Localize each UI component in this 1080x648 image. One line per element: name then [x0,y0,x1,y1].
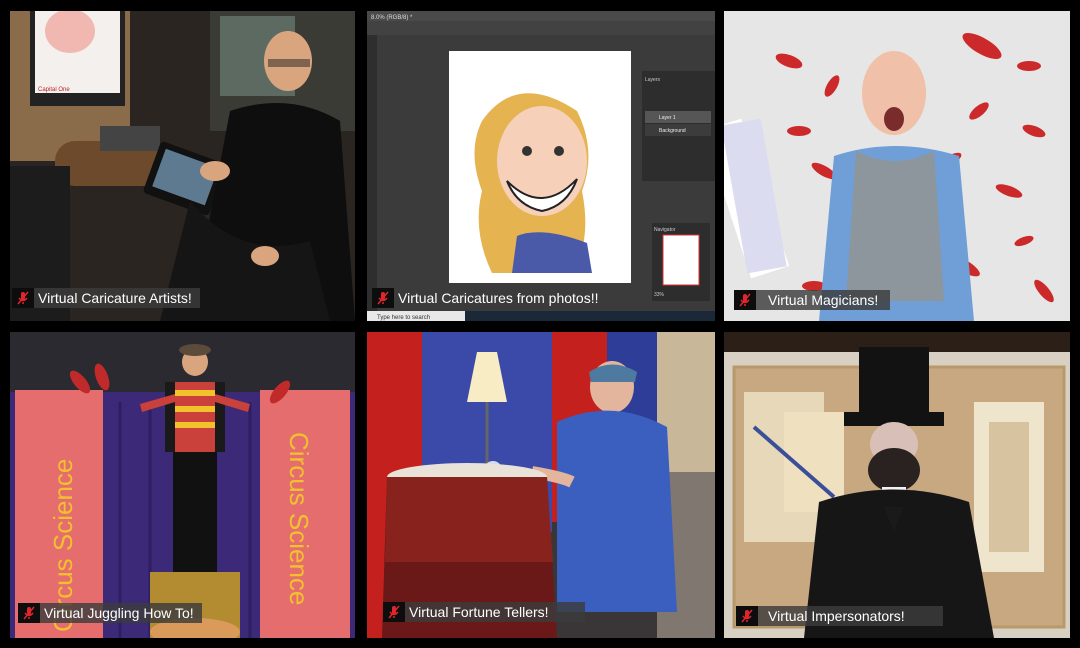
layer-name-1: Layer 1 [659,115,676,121]
muted-microphone-icon [736,606,758,626]
video-tile-magicians[interactable]: Virtual Magicians! [724,11,1070,321]
zoom-level: 33% [654,292,665,298]
tile-label: Virtual Juggling How To! [18,603,202,623]
navigator-panel-title: Navigator [654,227,676,233]
tile-label: Virtual Caricature Artists! [12,288,200,308]
magician-photo [724,11,1070,321]
muted-microphone-icon [383,602,405,622]
muted-microphone-icon [18,603,40,623]
video-tile-impersonators[interactable]: Virtual Impersonators! [724,332,1070,638]
app-title-text: 8.0% (RGB/8) * [371,15,413,21]
video-tile-caricature-artists[interactable]: Capital One Virtual Caricature Artists! [10,11,355,321]
photoshop-screenshot: 8.0% (RGB/8) * Layers Layer 1 Background… [367,11,715,321]
taskbar-search: Type here to search [377,315,430,321]
fortune-teller-photo [367,332,715,638]
layers-panel-title: Layers [645,77,661,83]
caricature-artist-photo: Capital One [10,11,355,321]
screen-logo-text: Capital One [38,87,70,93]
video-tile-caricatures-from-photos[interactable]: 8.0% (RGB/8) * Layers Layer 1 Background… [367,11,715,321]
tile-label-text: Virtual Magicians! [768,292,879,308]
tile-label-text: Virtual Caricature Artists! [38,290,192,306]
video-tile-fortune-tellers[interactable]: Virtual Fortune Tellers! [367,332,715,638]
tile-label: Virtual Fortune Tellers! [383,602,585,622]
tile-label-text: Virtual Fortune Tellers! [409,604,549,620]
banner-text-right: Circus Science [284,432,314,605]
tile-label: Virtual Caricatures from photos!! [372,288,607,308]
muted-microphone-icon [734,290,756,310]
video-tile-juggling[interactable]: Circus Science Circus Science Virtual Ju… [10,332,355,638]
tile-label-text: Virtual Juggling How To! [44,605,194,621]
muted-microphone-icon [12,288,34,308]
juggler-stage-photo: Circus Science Circus Science [10,332,355,638]
tile-label-text: Virtual Impersonators! [768,608,905,624]
tile-label: Virtual Impersonators! [736,606,943,626]
tile-label: Virtual Magicians! [734,290,891,310]
impersonator-photo [724,332,1070,638]
muted-microphone-icon [372,288,394,308]
tile-label-text: Virtual Caricatures from photos!! [398,290,599,306]
layer-name-2: Background [659,128,686,134]
